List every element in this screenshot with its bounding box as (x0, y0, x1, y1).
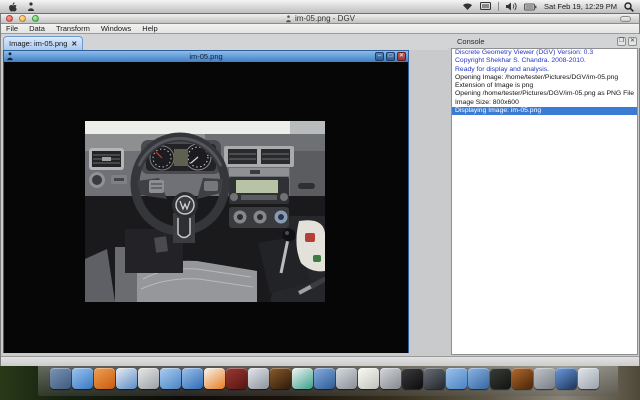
menubar-clock[interactable]: Sat Feb 19, 12:29 PM (544, 2, 617, 11)
status-bar (1, 356, 639, 366)
dgv-window: im-05.png - DGV File Data Transform Wind… (0, 14, 640, 366)
window-title-icon (285, 15, 292, 23)
display-icon[interactable] (480, 2, 491, 11)
console-line[interactable]: Discrete Geometry Viewer (DGV) Version: … (452, 49, 637, 57)
x11-folder-dock-icon[interactable] (468, 368, 489, 389)
volume-icon[interactable] (506, 2, 517, 11)
textedit-dock-icon[interactable] (358, 368, 379, 389)
mdi-area: im-05.png – □ ✕ (1, 50, 448, 356)
tab-bar: Image: im-05.png ✕ (1, 34, 448, 50)
terminal-dock-icon[interactable] (402, 368, 423, 389)
console-line-selected[interactable]: Displaying Image: im-05.png (452, 107, 637, 115)
app-menu-row: File Data Transform Windows Help (1, 24, 639, 34)
console-close-button[interactable]: ✕ (628, 37, 637, 46)
web-globe-app-dock-icon[interactable] (512, 368, 533, 389)
menu-file[interactable]: File (6, 24, 18, 33)
console-line[interactable]: Image Size: 800x600 (452, 99, 637, 107)
console-line[interactable]: Ready for display and analysis. (452, 66, 637, 74)
console-line[interactable]: Opening Image: /home/tester/Pictures/DGV… (452, 74, 637, 82)
itunes-dock-icon[interactable] (182, 368, 203, 389)
subwindow-close-button[interactable]: ✕ (397, 52, 406, 61)
menu-windows[interactable]: Windows (101, 24, 131, 33)
battery-icon[interactable] (524, 3, 537, 11)
console-line[interactable]: Extension of Image is png (452, 82, 637, 90)
dgv-app-menu-icon[interactable] (27, 2, 35, 12)
console-title: Console (448, 37, 485, 46)
safari-dock-icon[interactable] (116, 368, 137, 389)
finder-dock-icon[interactable] (72, 368, 93, 389)
car-dashboard-photo (85, 121, 325, 302)
console-line[interactable]: Opening /home/tester/Pictures/DGV/im-05.… (452, 90, 637, 98)
preview-dock-icon[interactable] (138, 368, 159, 389)
image-capture-dock-icon[interactable] (336, 368, 357, 389)
toolbar-toggle-button[interactable] (620, 16, 631, 22)
nvidia-settings-dock-icon[interactable] (490, 368, 511, 389)
mac-menubar: Sat Feb 19, 12:29 PM (0, 0, 640, 14)
screen: Sat Feb 19, 12:29 PM im-05.png - DGV Fil… (0, 0, 640, 400)
tab-label: Image: im-05.png (9, 39, 67, 48)
subwindow-titlebar[interactable]: im-05.png – □ ✕ (4, 51, 408, 62)
apple-menu-icon[interactable] (8, 2, 17, 12)
archive-app-dock-icon[interactable] (50, 368, 71, 389)
menubar-divider (498, 2, 499, 11)
tab-close-icon[interactable]: ✕ (71, 40, 77, 48)
console-header: Console ❐ ✕ (448, 34, 640, 48)
pixel-app-dock-icon[interactable] (270, 368, 291, 389)
menu-help[interactable]: Help (142, 24, 157, 33)
subwindow-maximize-button[interactable]: □ (386, 52, 395, 61)
menu-transform[interactable]: Transform (56, 24, 90, 33)
subwindow-minimize-button[interactable]: – (375, 52, 384, 61)
calculator-dock-icon[interactable] (380, 368, 401, 389)
network-orb-app-dock-icon[interactable] (556, 368, 577, 389)
quill-app-dock-icon[interactable] (292, 368, 313, 389)
photo-booth-dock-icon[interactable] (248, 368, 269, 389)
console-log[interactable]: Discrete Geometry Viewer (DGV) Version: … (451, 48, 638, 355)
system-preferences-dock-icon[interactable] (424, 368, 445, 389)
window-titlebar[interactable]: im-05.png - DGV (1, 14, 639, 24)
image-canvas[interactable] (4, 62, 408, 353)
menu-data[interactable]: Data (29, 24, 45, 33)
image-subwindow[interactable]: im-05.png – □ ✕ (3, 50, 409, 353)
printer-utility-dock-icon[interactable] (534, 368, 555, 389)
wifi-icon[interactable] (462, 2, 473, 11)
spotlight-icon[interactable] (624, 2, 634, 12)
subwindow-title: im-05.png (4, 52, 408, 61)
dvd-player-dock-icon[interactable] (226, 368, 247, 389)
dock (50, 368, 599, 389)
vlc-dock-icon[interactable] (204, 368, 225, 389)
photo-app-dock-icon[interactable] (160, 368, 181, 389)
firefox-dock-icon[interactable] (94, 368, 115, 389)
trash-dock-icon[interactable] (578, 368, 599, 389)
console-line[interactable]: Copyright Shekhar S. Chandra. 2008-2010. (452, 57, 637, 65)
window-title: im-05.png - DGV (1, 14, 639, 23)
folder-documents-dock-icon[interactable] (446, 368, 467, 389)
console-float-button[interactable]: ❐ (617, 37, 626, 46)
tab-image-im-05[interactable]: Image: im-05.png ✕ (3, 36, 83, 50)
scanner-app-dock-icon[interactable] (314, 368, 335, 389)
